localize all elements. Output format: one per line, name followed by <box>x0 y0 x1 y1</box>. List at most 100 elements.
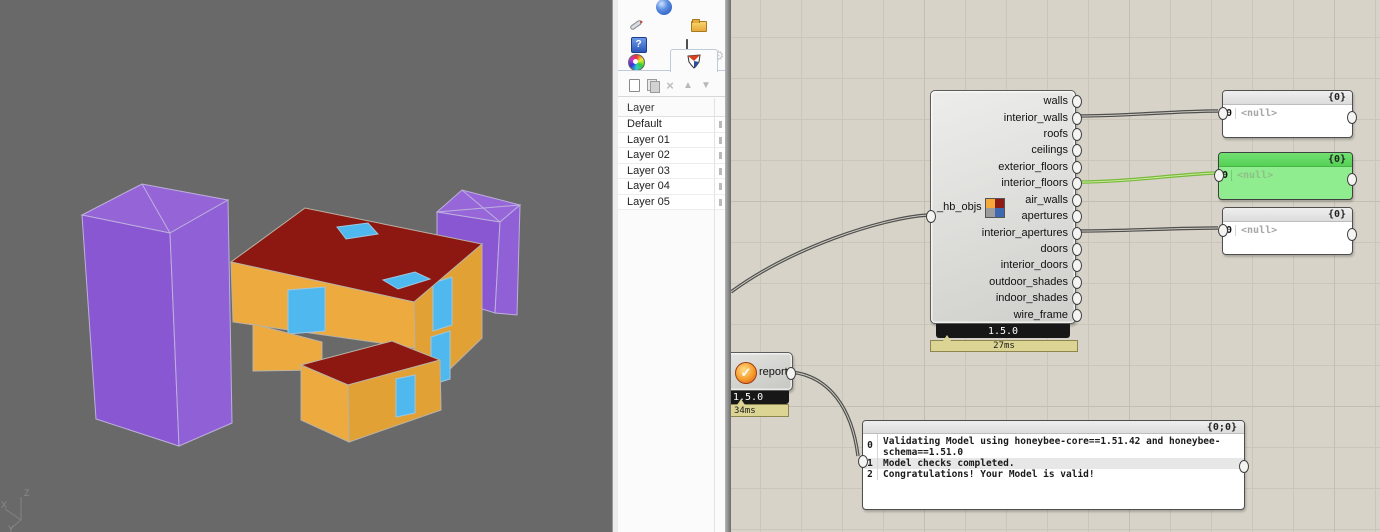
layer-column-divider <box>714 98 715 532</box>
hb-output-row: apertures <box>931 208 1082 224</box>
hb-output-row: interior_apertures <box>931 224 1082 240</box>
panel-3-input-nub[interactable] <box>1218 224 1228 237</box>
hb-output-nub[interactable] <box>1072 226 1082 240</box>
panel-3-output-nub[interactable] <box>1347 228 1357 241</box>
hb-output-label: outdoor_shades <box>989 275 1068 288</box>
hb-output-row: wire_frame <box>931 306 1082 322</box>
copy-layer-icon[interactable] <box>645 78 660 93</box>
layer-column-header: Layer <box>618 99 725 117</box>
hb-output-row: interior_doors <box>931 257 1082 273</box>
hb-output-nub[interactable] <box>1072 243 1082 256</box>
layer-row[interactable]: Layer 02 <box>618 148 725 164</box>
hb-output-list: walls interior_walls roofs ceilings exte… <box>931 93 1082 323</box>
panel-2-header: {0} <box>1219 153 1352 167</box>
message-input-nub[interactable] <box>858 455 868 468</box>
move-down-icon[interactable]: ▼ <box>699 78 713 92</box>
hb-output-nub[interactable] <box>1072 275 1082 289</box>
hb-output-label: indoor_shades <box>995 292 1068 305</box>
message-panel-header: {0;0} <box>863 421 1244 434</box>
layers-shield-icon <box>687 54 701 69</box>
hb-output-row: walls <box>931 93 1082 109</box>
layer-row[interactable]: Default <box>618 117 725 133</box>
hb-version-bar: 1.5.0 <box>936 324 1070 338</box>
hb-output-nub[interactable] <box>1072 308 1082 322</box>
hb-faces-component[interactable]: _hb_objs walls interior_walls roofs ceil… <box>926 90 1082 324</box>
panel-2-input-nub[interactable] <box>1214 169 1224 182</box>
hb-output-row: roofs <box>931 126 1082 142</box>
hb-output-nub[interactable] <box>1072 193 1082 207</box>
hb-output-row: air_walls <box>931 192 1082 208</box>
message-row-0: 0 Validating Model using honeybee-core==… <box>863 434 1244 458</box>
hb-output-nub[interactable] <box>1072 111 1082 125</box>
delete-layer-icon[interactable]: × <box>663 78 677 92</box>
null-panel-3[interactable]: {0} 0 <null> <box>1218 207 1357 255</box>
layers-toolbar: × ▲ ▼ <box>618 74 725 97</box>
layer-row[interactable]: Layer 03 <box>618 163 725 179</box>
wire-hb-input[interactable] <box>731 213 929 294</box>
hb-output-label: doors <box>1040 243 1068 255</box>
hb-output-label: air_walls <box>1025 193 1068 206</box>
panel-2-output-nub[interactable] <box>1347 173 1357 186</box>
axis-y-label: Y <box>8 524 14 532</box>
hb-output-label: interior_apertures <box>981 226 1068 239</box>
folder-icon[interactable] <box>690 16 707 33</box>
axis-gizmo: Z X Y <box>1 488 30 532</box>
hb-output-label: interior_walls <box>1003 111 1068 124</box>
hb-output-label: interior_floors <box>1001 177 1068 190</box>
panel-1-input-nub[interactable] <box>1218 107 1228 120</box>
report-component[interactable]: ✓ report <box>731 352 796 391</box>
layer-row[interactable]: Layer 04 <box>618 179 725 195</box>
hb-output-label: wire_frame <box>1013 308 1068 321</box>
hb-runtime-bar: 27ms <box>930 340 1078 352</box>
hb-output-row: doors <box>931 241 1082 257</box>
validation-message-panel[interactable]: {0;0} 0 Validating Model using honeybee-… <box>858 420 1249 510</box>
hb-output-label: roofs <box>1043 128 1068 141</box>
wire-report-output[interactable] <box>790 370 860 457</box>
hb-output-row: exterior_floors <box>931 159 1082 175</box>
report-runtime-bar: 34ms <box>731 404 789 417</box>
panel-1-output-nub[interactable] <box>1347 111 1357 124</box>
hb-output-label: exterior_floors <box>998 160 1068 173</box>
null-panel-1[interactable]: {0} 0 <null> <box>1218 90 1357 138</box>
layer-list: Default Layer 01 Layer 02 Layer 03 Layer… <box>618 117 725 210</box>
pencil-icon[interactable] <box>627 16 644 33</box>
hb-output-label: walls <box>1043 95 1068 108</box>
hb-output-nub[interactable] <box>1072 160 1082 174</box>
layer-row[interactable]: Layer 01 <box>618 132 725 148</box>
help-icon[interactable]: ? <box>630 36 647 53</box>
grasshopper-canvas[interactable]: _hb_objs walls interior_walls roofs ceil… <box>731 0 1380 532</box>
viewport-scene: Z X Y <box>1 183 522 532</box>
panel-1-header: {0} <box>1223 91 1352 105</box>
layer-row[interactable]: Layer 05 <box>618 194 725 210</box>
hb-output-label: interior_doors <box>1000 259 1068 272</box>
hb-output-label: ceilings <box>1031 144 1068 157</box>
tab-layers[interactable] <box>670 49 718 72</box>
move-up-icon[interactable]: ▲ <box>681 78 695 92</box>
new-layer-icon[interactable] <box>627 78 641 92</box>
axis-x-label: X <box>1 500 7 510</box>
tall-purple-box[interactable] <box>80 183 233 447</box>
panel-3-value: <null> <box>1241 225 1278 236</box>
hb-output-row: outdoor_shades <box>931 274 1082 290</box>
hb-runtime-tail <box>943 335 951 341</box>
panel-3-header: {0} <box>1223 208 1352 222</box>
hb-output-label: apertures <box>1021 210 1068 223</box>
rhino-viewport[interactable]: Z X Y <box>0 0 612 532</box>
app-root: Z X Y ? ⚙ × ▲ ▼ Layer Default Layer 01 L… <box>0 0 1380 532</box>
hb-output-row: indoor_shades <box>931 290 1082 306</box>
message-row-2: 2 Congratulations! Your Model is valid! <box>863 469 1244 480</box>
hb-output-row: interior_walls <box>931 109 1082 125</box>
hb-output-row: ceilings <box>931 142 1082 158</box>
sphere-icon[interactable] <box>655 0 672 15</box>
colorwheel-icon[interactable] <box>628 54 645 71</box>
report-runtime-tail <box>737 399 745 405</box>
panel-2-value: <null> <box>1237 170 1274 181</box>
report-output-nub[interactable] <box>786 367 796 380</box>
axis-z-label: Z <box>24 488 30 498</box>
hb-output-row: interior_floors <box>931 175 1082 191</box>
rhino-layers-panel: ? ⚙ × ▲ ▼ Layer Default Layer 01 Layer 0… <box>618 0 725 532</box>
null-panel-2-selected[interactable]: {0} 0 <null> <box>1214 152 1357 200</box>
hb-output-nub[interactable] <box>1072 128 1082 142</box>
panel-1-value: <null> <box>1241 108 1278 119</box>
message-output-nub[interactable] <box>1239 460 1249 473</box>
